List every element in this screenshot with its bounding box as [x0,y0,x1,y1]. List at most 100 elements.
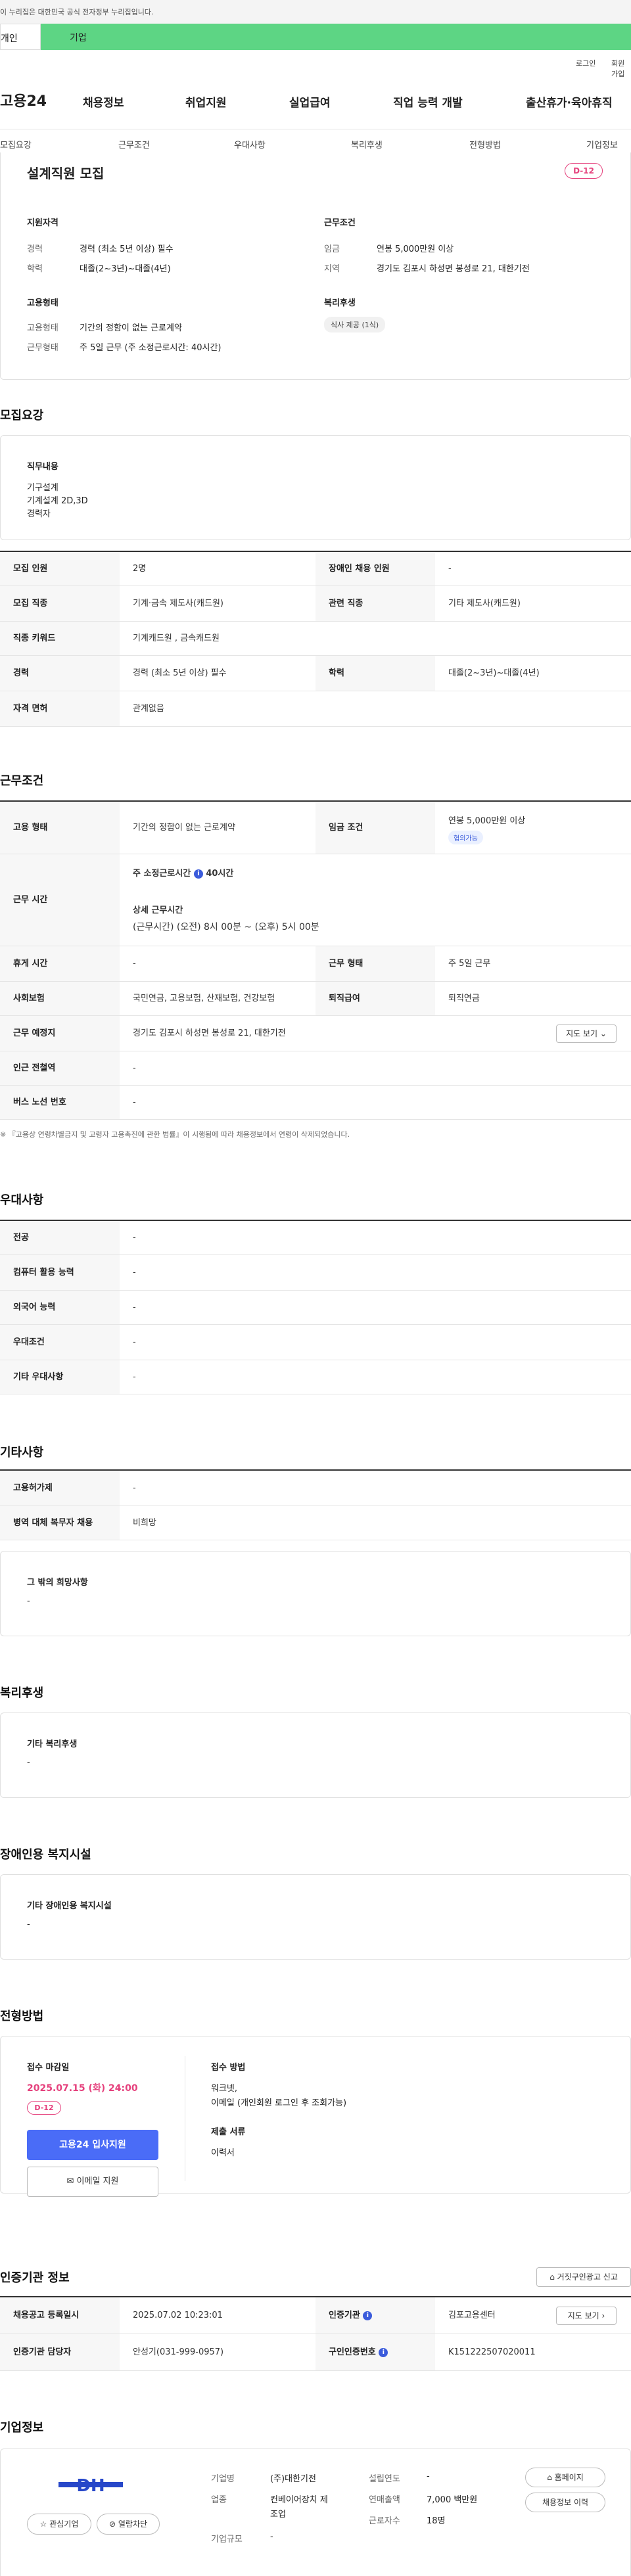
job-history-button[interactable]: 채용정보 이력 [525,2493,605,2512]
table-row: 기타 우대사항 - [0,1360,631,1394]
other-wish-title: 그 밖의 희망사항 [27,1578,88,1588]
pref-heading: 우대사항 [0,1193,44,1207]
gnb-unemployment-benefit[interactable]: 실업급여 [289,93,331,110]
qual-edu-value: 대졸(2~3년)~대졸(4년) [80,264,171,274]
welfare-card: 기타 복리후생 - [0,1713,631,1798]
table-row: 고용 형태 기간의 정함이 없는 근로계약 임금 조건 연봉 5,000만원 이… [0,802,631,854]
row-label: 근무 형태 [316,946,435,981]
employees-label: 근로자수 [369,2516,400,2526]
nav-pref[interactable]: 우대사항 [234,138,266,150]
apply-button[interactable]: 고용24 입사지원 [27,2130,158,2160]
table-row: 근무 시간 주 소정근로시간 i 40시간 상세 근무시간 (근무시간) (오전… [0,854,631,946]
homepage-button[interactable]: ⌂ 홈페이지 [525,2468,605,2487]
row-value: 2명 [133,564,147,574]
chevron-right-icon: › [601,2311,605,2320]
email-apply-button[interactable]: ✉ 이메일 지원 [27,2167,158,2197]
nav-welfare[interactable]: 복리후생 [351,138,383,150]
docs-label: 제출 서류 [211,2127,246,2137]
cond-region-value: 경기도 김포시 하성면 봉성로 21, 대한기전 [377,264,530,274]
table-row: 인근 전철역 - [0,1051,631,1086]
gnb-parental-leave[interactable]: 출산휴가·육아휴직 [526,93,613,110]
site-logo[interactable]: 고용24 [0,89,47,110]
company-name-value: (주)대한기전 [270,2474,316,2484]
row-label: 고용허가제 [0,1471,120,1506]
row-label: 경력 [0,656,120,691]
row-label: 버스 노선 번호 [0,1086,120,1119]
row-label: 퇴직급여 [316,982,435,1015]
cond-title: 근무조건 [324,218,356,228]
table-row: 모집 직종 기계·금속 제도사(캐드원) 관련 직종 기타 제도사(캐드원) [0,586,631,622]
company-card: DH ☆ 관심기업 ⊘ 열람차단 기업명 (주)대한기전 업종 컨베이어장치 제… [0,2449,631,2576]
report-fake-ad-button[interactable]: ⌂ 거짓구인광고 신고 [536,2267,631,2287]
row-label: 채용공고 등록일시 [0,2297,120,2334]
gov-banner: 이 누리집은 대한민국 공식 전자정부 누리집입니다. [0,0,631,24]
row-value: - [133,1063,136,1073]
row-value: - [133,1233,136,1243]
block-icon: ⊘ [108,2519,116,2529]
qual-title: 지원자격 [27,218,58,228]
row-label: 관련 직종 [316,586,435,621]
table-row: 사회보험 국민연금, 고용보험, 산재보험, 건강보험 퇴직급여 퇴직연금 [0,982,631,1016]
row-label: 우대조건 [0,1325,120,1360]
signup-link[interactable]: 회원가입 [611,58,631,79]
nav-company[interactable]: 기업정보 [586,138,618,150]
chevron-down-icon: ⌄ [599,1029,607,1038]
detail-hours-label: 상세 근무시간 [133,906,183,915]
nav-process[interactable]: 전형방법 [469,138,501,150]
info-icon[interactable]: i [363,2311,373,2320]
recruit-table: 모집 인원 2명 장애인 채용 인원 - 모집 직종 기계·금속 제도사(캐드원… [0,551,631,727]
negotiable-chip: 협의가능 [448,831,483,844]
table-row: 휴게 시간 - 근무 형태 주 5일 근무 [0,946,631,982]
qual-career-value: 경력 (최소 5년 이상) 필수 [80,244,174,254]
tab-personal[interactable]: 개인 [0,24,41,50]
industry-value: 컨베이어장치 제 [270,2495,328,2505]
row-value: 기타 제도사(캐드원) [448,599,521,609]
row-value: - [133,1302,136,1312]
svg-text:DH: DH [76,2476,105,2496]
block-view-button[interactable]: ⊘ 열람차단 [97,2514,160,2535]
method-line: 이메일 (개인회원 로그인 후 조회가능) [211,2098,347,2108]
row-label: 인증기관 i [316,2297,435,2334]
info-icon[interactable]: i [193,869,203,879]
table-row: 근무 예정지 경기도 김포시 하성면 봉성로 21, 대한기전 지도 보기 ⌄ [0,1016,631,1051]
duty-title: 직무내용 [27,462,58,472]
cert-heading: 인증기관 정보 [0,2271,70,2285]
table-row: 전공 - [0,1221,631,1255]
cert-map-button[interactable]: 지도 보기 › [556,2307,617,2325]
process-heading: 전형방법 [0,2010,44,2023]
table-row: 경력 경력 (최소 5년 이상) 필수 학력 대졸(2~3년)~대졸(4년) [0,656,631,691]
gnb-jobs[interactable]: 채용정보 [83,93,124,110]
duty-card: 직무내용 기구설계 기계설계 2D,3D 경력자 [0,435,631,540]
summary-card: 설계직원 모집 D-12 지원자격 경력 경력 (최소 5년 이상) 필수 학력… [0,152,631,380]
favorite-company-button[interactable]: ☆ 관심기업 [27,2514,91,2535]
row-value: 기계·금속 제도사(캐드원) [133,599,224,609]
gnb-employment-support[interactable]: 취업지원 [185,93,227,110]
map-button[interactable]: 지도 보기 ⌄ [556,1024,617,1043]
age-notice: ※ 『고용상 연령차별금지 및 고령자 고용촉진에 관한 법률』이 시행됨에 따… [0,1130,350,1139]
deadline-label: 접수 마감일 [27,2063,70,2073]
nav-work[interactable]: 근무조건 [118,138,150,150]
disabled-card-title: 기타 장애인용 복지시설 [27,1901,112,1911]
recruit-heading: 모집요강 [0,409,44,423]
cond-wage-label: 임금 [324,244,340,254]
work-table: 고용 형태 기간의 정함이 없는 근로계약 임금 조건 연봉 5,000만원 이… [0,800,631,1120]
login-link[interactable]: 로그인 [576,58,596,68]
table-row: 병역 대체 복무자 채용 비희망 [0,1506,631,1540]
wage-value: 연봉 5,000만원 이상 [448,816,526,826]
docs-value: 이력서 [211,2148,235,2158]
row-value: 관계없음 [133,704,164,714]
nav-recruit[interactable]: 모집요강 [0,138,32,150]
row-value: - [133,959,136,969]
qual-edu-label: 학력 [27,264,43,274]
row-label: 근무 시간 [0,854,120,946]
tab-business[interactable]: 기업 [41,24,631,50]
row-label: 외국어 능력 [0,1291,120,1324]
gnb-job-training[interactable]: 직업 능력 개발 [393,93,463,110]
row-value: 주 5일 근무 [448,959,491,969]
dday-badge: D-12 [27,2101,61,2115]
job-title: 설계직원 모집 [27,166,105,181]
method-line: 워크넷, [211,2084,238,2094]
company-size-label: 기업규모 [211,2535,243,2544]
company-size-value: - [270,2532,273,2542]
info-icon[interactable]: i [379,2347,388,2357]
